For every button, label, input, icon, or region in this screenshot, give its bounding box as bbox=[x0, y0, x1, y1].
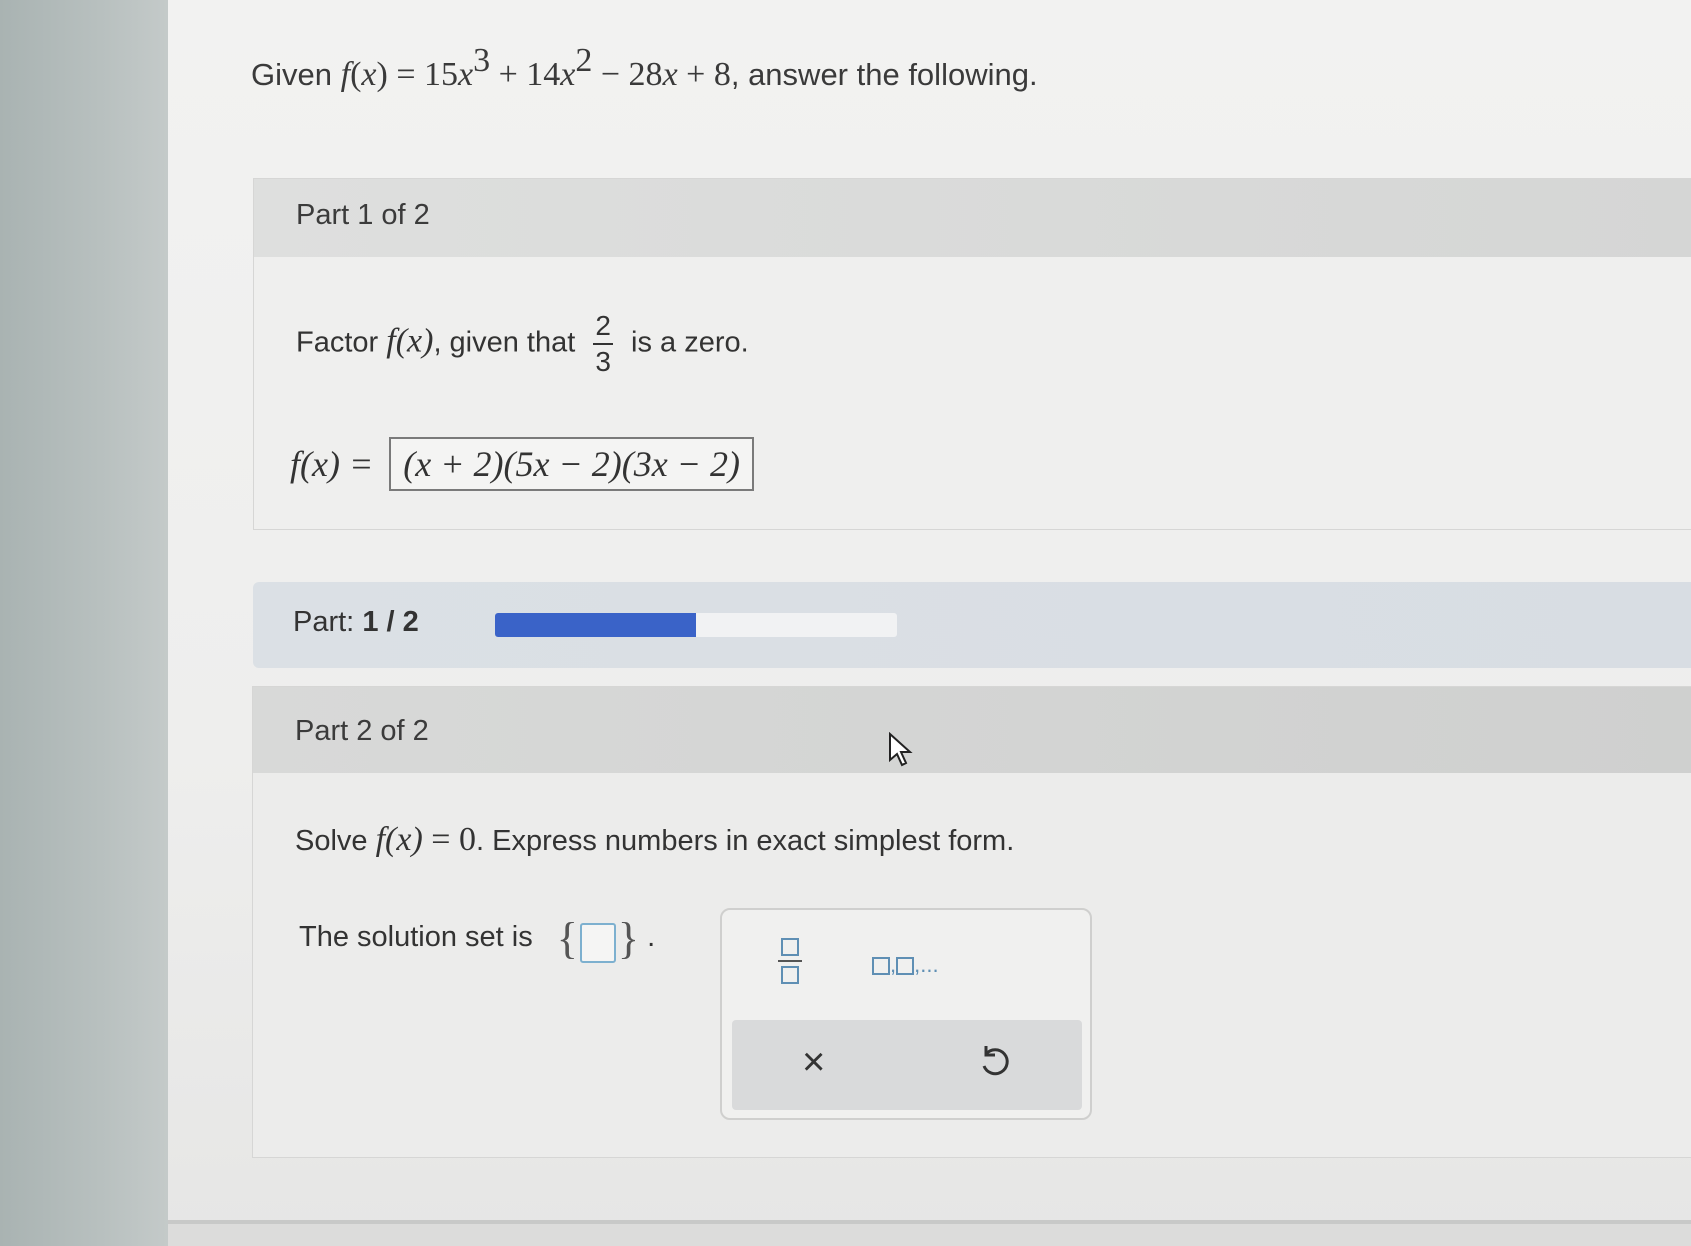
clear-button[interactable]: × bbox=[802, 1042, 825, 1082]
progress-value: 1 / 2 bbox=[362, 606, 419, 638]
progress-bar-fill bbox=[495, 613, 696, 637]
header-f: f bbox=[340, 56, 351, 93]
progress-label: Part: 1 / 2 bbox=[293, 606, 419, 638]
bottom-bar bbox=[168, 1220, 1691, 1246]
factored-answer-box[interactable]: (x + 2)(5x − 2)(3x − 2) bbox=[389, 437, 755, 491]
math-palette: ,,... × bbox=[720, 908, 1092, 1120]
part2-header: Part 2 of 2 bbox=[253, 687, 1691, 773]
part1-title: Part 1 of 2 bbox=[296, 199, 430, 231]
mouse-cursor-icon bbox=[889, 732, 913, 767]
part1-panel: Part 1 of 2 Factor f(x), given that 2 3 … bbox=[253, 178, 1691, 530]
part1-prompt: Factor f(x), given that 2 3 is a zero. bbox=[296, 310, 749, 377]
question-header: Given f(x) = 15x3 + 14x2 − 28x + 8, answ… bbox=[251, 42, 1038, 93]
list-template-icon[interactable]: ,,... bbox=[872, 952, 939, 978]
part2-prompt: Solve f(x) = 0. Express numbers in exact… bbox=[295, 821, 1015, 858]
part1-header: Part 1 of 2 bbox=[254, 179, 1691, 257]
progress-bar bbox=[495, 613, 897, 637]
solution-line: The solution set is {} . bbox=[299, 913, 656, 964]
answer-slot[interactable] bbox=[579, 922, 616, 963]
answer-lhs: f(x) = bbox=[290, 444, 374, 484]
header-tail: , answer the following. bbox=[730, 57, 1038, 92]
part2-title: Part 2 of 2 bbox=[295, 715, 429, 747]
solution-set-input[interactable]: {} bbox=[557, 913, 639, 964]
palette-actions: × bbox=[732, 1020, 1082, 1110]
fraction-two-thirds: 2 3 bbox=[593, 310, 613, 377]
fraction-template-icon[interactable] bbox=[778, 938, 802, 984]
left-sidebar bbox=[0, 0, 168, 1246]
part1-answer-line: f(x) = (x + 2)(5x − 2)(3x − 2) bbox=[290, 437, 755, 491]
header-given: Given bbox=[251, 57, 332, 92]
progress-strip: Part: 1 / 2 bbox=[253, 582, 1691, 668]
undo-icon[interactable] bbox=[974, 1042, 1014, 1082]
solution-label: The solution set is bbox=[299, 921, 533, 954]
